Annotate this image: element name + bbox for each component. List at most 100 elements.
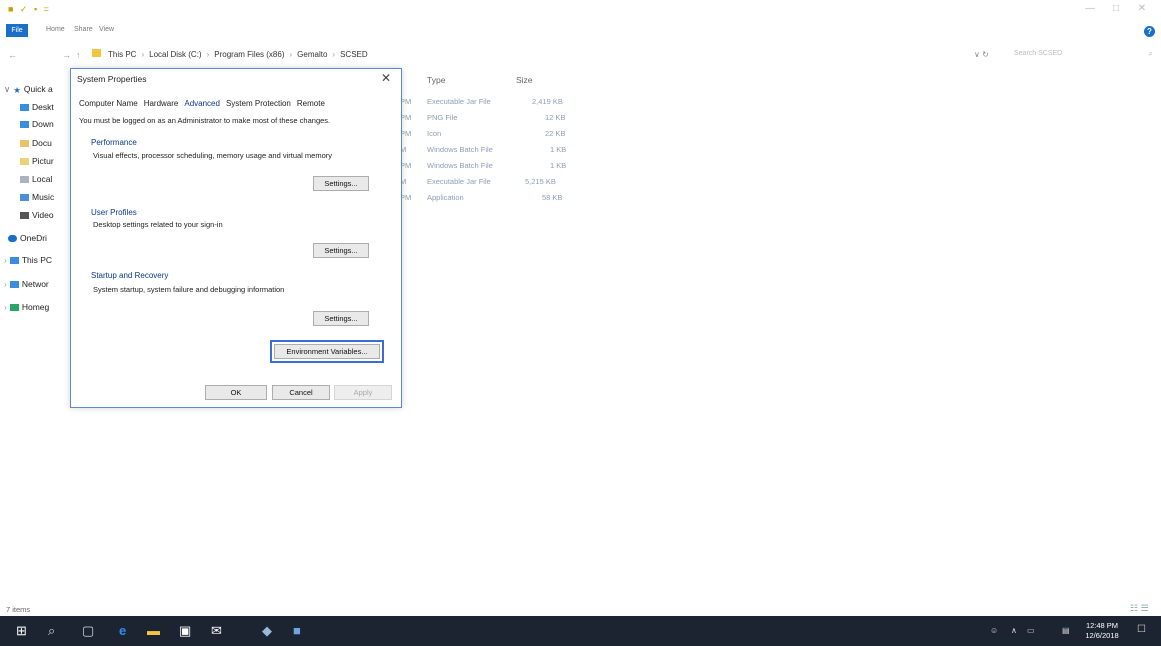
- sidebar-item-music[interactable]: Music: [20, 192, 54, 202]
- dialog-tabs: Computer Name Hardware Advanced System Prot…: [79, 99, 331, 108]
- table-row[interactable]: M Windows Batch File 1 KB: [400, 145, 580, 159]
- system-properties-dialog: System Properties ✕ Computer Name Hardwar…: [70, 68, 402, 408]
- forward-button[interactable]: →: [62, 50, 71, 60]
- back-button[interactable]: ←: [8, 50, 17, 60]
- network-icon[interactable]: ▤: [1062, 626, 1070, 635]
- document-icon: [20, 140, 29, 147]
- show-hidden-icons-icon[interactable]: ∧: [1011, 626, 1017, 635]
- folder-icon: [92, 49, 101, 57]
- sidebar-item-desktop[interactable]: Deskt: [20, 102, 54, 112]
- quick-access-toolbar[interactable]: ■ ✓ ▪ =: [8, 4, 51, 15]
- startup-recovery-title: Startup and Recovery: [91, 271, 169, 280]
- start-icon[interactable]: ⊞: [16, 624, 27, 638]
- drive-icon: [20, 176, 29, 183]
- sidebar-item-local[interactable]: Local: [20, 174, 52, 184]
- sidebar-item-downloads[interactable]: Down: [20, 119, 54, 129]
- status-item-count: 7 items: [6, 605, 31, 614]
- tab-computer-name[interactable]: Computer Name: [79, 99, 138, 108]
- sidebar-item-videos[interactable]: Video: [20, 210, 54, 220]
- search-placeholder: Search SCSED: [1014, 50, 1063, 57]
- clock-time: 12:48 PM: [1085, 621, 1119, 630]
- file-tab[interactable]: File: [6, 24, 28, 37]
- clock[interactable]: 12:48 PM 12/6/2018: [1082, 621, 1122, 641]
- refresh-button[interactable]: ∨ ↻: [974, 50, 989, 59]
- window-controls: — □ ✕: [1077, 3, 1155, 14]
- ok-button[interactable]: OK: [205, 385, 267, 400]
- sidebar-item-network[interactable]: › Networ: [4, 279, 49, 289]
- table-row[interactable]: PM PNG File 12 KB: [400, 113, 580, 127]
- maximize-button[interactable]: □: [1103, 3, 1129, 14]
- sidebar-item-homegroup[interactable]: › Homeg: [4, 302, 49, 312]
- environment-variables-button[interactable]: Environment Variables...: [270, 340, 384, 363]
- pc-icon: [9, 257, 19, 264]
- user-profiles-description: Desktop settings related to your sign-in: [93, 220, 223, 229]
- dialog-close-button[interactable]: ✕: [381, 71, 391, 85]
- store-icon[interactable]: ▣: [179, 624, 191, 638]
- crumb-this-pc[interactable]: This PC: [108, 50, 136, 59]
- tab-hardware[interactable]: Hardware: [144, 99, 179, 108]
- admin-note: You must be logged on as an Administrato…: [79, 116, 331, 125]
- battery-icon[interactable]: ▭: [1027, 626, 1035, 635]
- folder-icon: [20, 104, 29, 111]
- music-icon: [20, 194, 29, 201]
- sidebar-item-onedrive[interactable]: OneDri: [8, 233, 47, 243]
- star-icon: ★: [13, 85, 21, 95]
- crumb-scsed[interactable]: SCSED: [340, 50, 368, 59]
- search-input[interactable]: Search SCSED ⌕: [1010, 49, 1155, 61]
- sidebar-item-pictures[interactable]: Pictur: [20, 156, 54, 166]
- performance-title: Performance: [91, 138, 137, 147]
- address-bar: ← → ↑ This PC › Local Disk (C:) › Program Fi…: [0, 44, 1161, 66]
- sidebar-item-quick-access[interactable]: ∨ ★ Quick a: [4, 84, 53, 95]
- notifications-icon[interactable]: ☐: [1137, 624, 1146, 635]
- clock-date: 12/6/2018: [1085, 631, 1119, 640]
- tab-system-protection[interactable]: System Protection: [226, 99, 291, 108]
- tab-view[interactable]: View: [99, 26, 114, 33]
- column-header-type[interactable]: Type: [427, 75, 445, 85]
- table-row[interactable]: PM Application 58 KB: [400, 193, 580, 207]
- search-icon[interactable]: ⌕: [1149, 49, 1153, 59]
- up-button[interactable]: ↑: [76, 50, 81, 60]
- edge-icon[interactable]: e: [119, 624, 126, 638]
- breadcrumb[interactable]: This PC › Local Disk (C:) › Program Files (x…: [108, 50, 368, 59]
- homegroup-icon: [9, 304, 19, 311]
- sidebar-item-documents[interactable]: Docu: [20, 138, 52, 148]
- tab-advanced[interactable]: Advanced: [184, 99, 220, 108]
- user-profiles-settings-button[interactable]: Settings...: [313, 243, 369, 258]
- help-icon[interactable]: ?: [1144, 26, 1155, 37]
- sidebar-item-this-pc[interactable]: › This PC: [4, 255, 52, 265]
- table-row[interactable]: PM Executable Jar File 2,419 KB: [400, 97, 580, 111]
- table-row[interactable]: M Executable Jar File 5,215 KB: [400, 177, 580, 191]
- network-icon: [9, 281, 19, 288]
- tab-share[interactable]: Share: [74, 26, 93, 33]
- crumb-gemalto[interactable]: Gemalto: [297, 50, 327, 59]
- tab-remote[interactable]: Remote: [297, 99, 325, 108]
- app-icon-2[interactable]: ■: [293, 624, 301, 638]
- cancel-button[interactable]: Cancel: [272, 385, 330, 400]
- tab-home[interactable]: Home: [46, 26, 65, 33]
- search-icon[interactable]: ⌕: [48, 624, 55, 638]
- table-row[interactable]: PM Windows Batch File 1 KB: [400, 161, 580, 175]
- view-toggle-icons[interactable]: ☷ ☰: [1130, 603, 1149, 614]
- picture-icon: [20, 158, 29, 165]
- startup-recovery-description: System startup, system failure and debug…: [93, 285, 285, 294]
- ribbon: File Home Share View ?: [0, 20, 1161, 42]
- cloud-icon: [8, 235, 17, 242]
- task-view-icon[interactable]: ▢: [82, 624, 94, 638]
- crumb-local-disk[interactable]: Local Disk (C:): [149, 50, 201, 59]
- table-row[interactable]: PM Icon 22 KB: [400, 129, 580, 143]
- close-button[interactable]: ✕: [1129, 3, 1155, 14]
- user-profiles-title: User Profiles: [91, 208, 137, 217]
- dialog-title: System Properties: [77, 74, 147, 84]
- performance-description: Visual effects, processor scheduling, me…: [93, 151, 333, 160]
- minimize-button[interactable]: —: [1077, 3, 1103, 14]
- startup-recovery-settings-button[interactable]: Settings...: [313, 311, 369, 326]
- mail-icon[interactable]: ✉: [211, 624, 222, 638]
- file-explorer-icon[interactable]: ▬: [147, 624, 160, 638]
- performance-settings-button[interactable]: Settings...: [313, 176, 369, 191]
- crumb-program-files[interactable]: Program Files (x86): [214, 50, 284, 59]
- app-icon[interactable]: ◆: [262, 624, 272, 638]
- apply-button[interactable]: Apply: [334, 385, 392, 400]
- column-header-size[interactable]: Size: [516, 75, 533, 85]
- video-icon: [20, 212, 29, 219]
- people-icon[interactable]: ☺: [990, 626, 998, 635]
